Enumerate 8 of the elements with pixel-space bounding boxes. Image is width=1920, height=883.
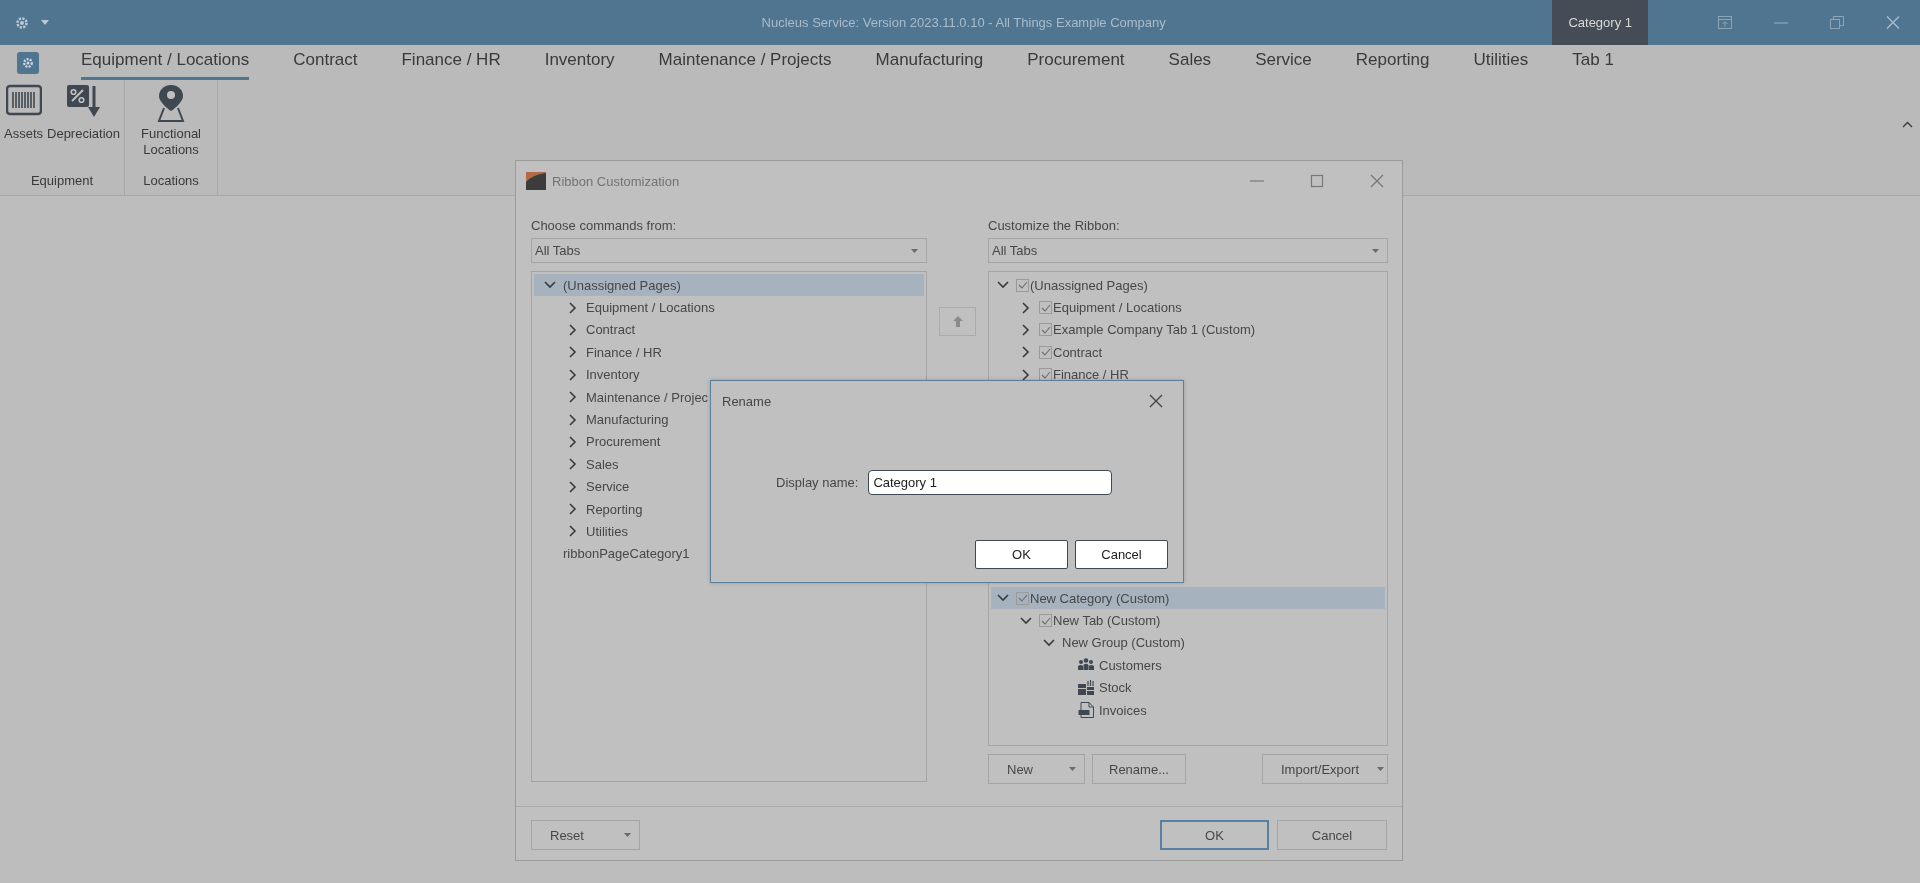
ribbon-group-label: Equipment [29, 172, 95, 190]
panel-label: Choose commands from: [531, 217, 678, 235]
dialog-title: Rename [722, 393, 772, 409]
panel-label: Customize the Ribbon: [988, 217, 1121, 235]
dialog-title: Ribbon Customization [552, 173, 680, 189]
field-label: Display name: [776, 475, 859, 490]
window-title: Nucleus Service: Version 2023.11.0.10 - All Things Example Company [761, 15, 1166, 30]
ribbon-group-label: Locations [142, 172, 200, 190]
